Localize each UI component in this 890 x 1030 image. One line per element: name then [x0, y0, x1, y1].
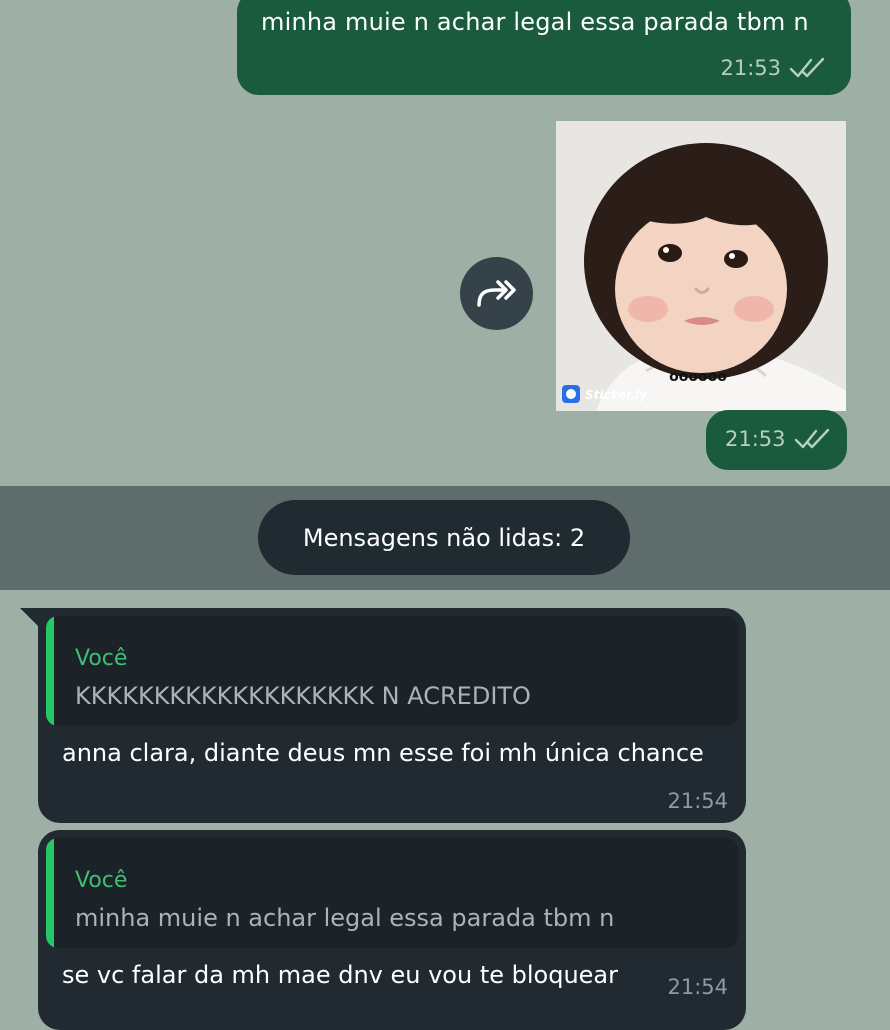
message-text: minha muie n achar legal essa parada tbm…: [261, 8, 809, 36]
message-time: 21:53: [725, 427, 786, 451]
message-meta: 21:53: [720, 56, 829, 80]
unread-label: Mensagens não lidas: 2: [302, 523, 586, 552]
sticker-meta-pill: 21:53: [706, 410, 847, 470]
reply-accent-bar: [46, 838, 54, 948]
forward-button[interactable]: [460, 257, 533, 330]
sticker-image[interactable]: oooooo Sticker.ly: [556, 121, 846, 411]
message-text: anna clara, diante deus mn esse foi mh ú…: [62, 739, 704, 767]
message-time: 21:53: [720, 56, 781, 80]
message-time: 21:54: [667, 975, 728, 999]
incoming-message[interactable]: Você minha muie n achar legal essa parad…: [38, 830, 746, 1030]
sticker-illustration: oooooo Sticker.ly: [556, 121, 846, 411]
outgoing-message[interactable]: minha muie n achar legal essa parada tbm…: [237, 0, 851, 95]
sticker-watermark: Sticker.ly: [585, 388, 648, 402]
message-meta: 21:53: [725, 427, 834, 451]
reply-quote[interactable]: Você minha muie n achar legal essa parad…: [46, 838, 738, 948]
reply-accent-bar: [46, 616, 54, 726]
double-check-icon: [794, 428, 829, 449]
reply-author: Você: [75, 868, 128, 893]
incoming-message[interactable]: Você KKKKKKKKKKKKKKKKKKK N ACREDITO anna…: [38, 608, 746, 823]
forward-icon: [476, 279, 516, 307]
message-text: se vc falar da mh mae dnv eu vou te bloq…: [62, 961, 619, 989]
reply-quote[interactable]: Você KKKKKKKKKKKKKKKKKKK N ACREDITO: [46, 616, 738, 726]
reply-text: KKKKKKKKKKKKKKKKKKK N ACREDITO: [75, 682, 531, 710]
reply-author: Você: [75, 646, 128, 671]
message-time: 21:54: [667, 789, 728, 813]
reply-text: minha muie n achar legal essa parada tbm…: [75, 904, 615, 932]
sticker-caption: oooooo: [669, 369, 727, 385]
double-check-icon: [789, 57, 825, 78]
unread-messages-badge: Mensagens não lidas: 2: [258, 500, 630, 575]
